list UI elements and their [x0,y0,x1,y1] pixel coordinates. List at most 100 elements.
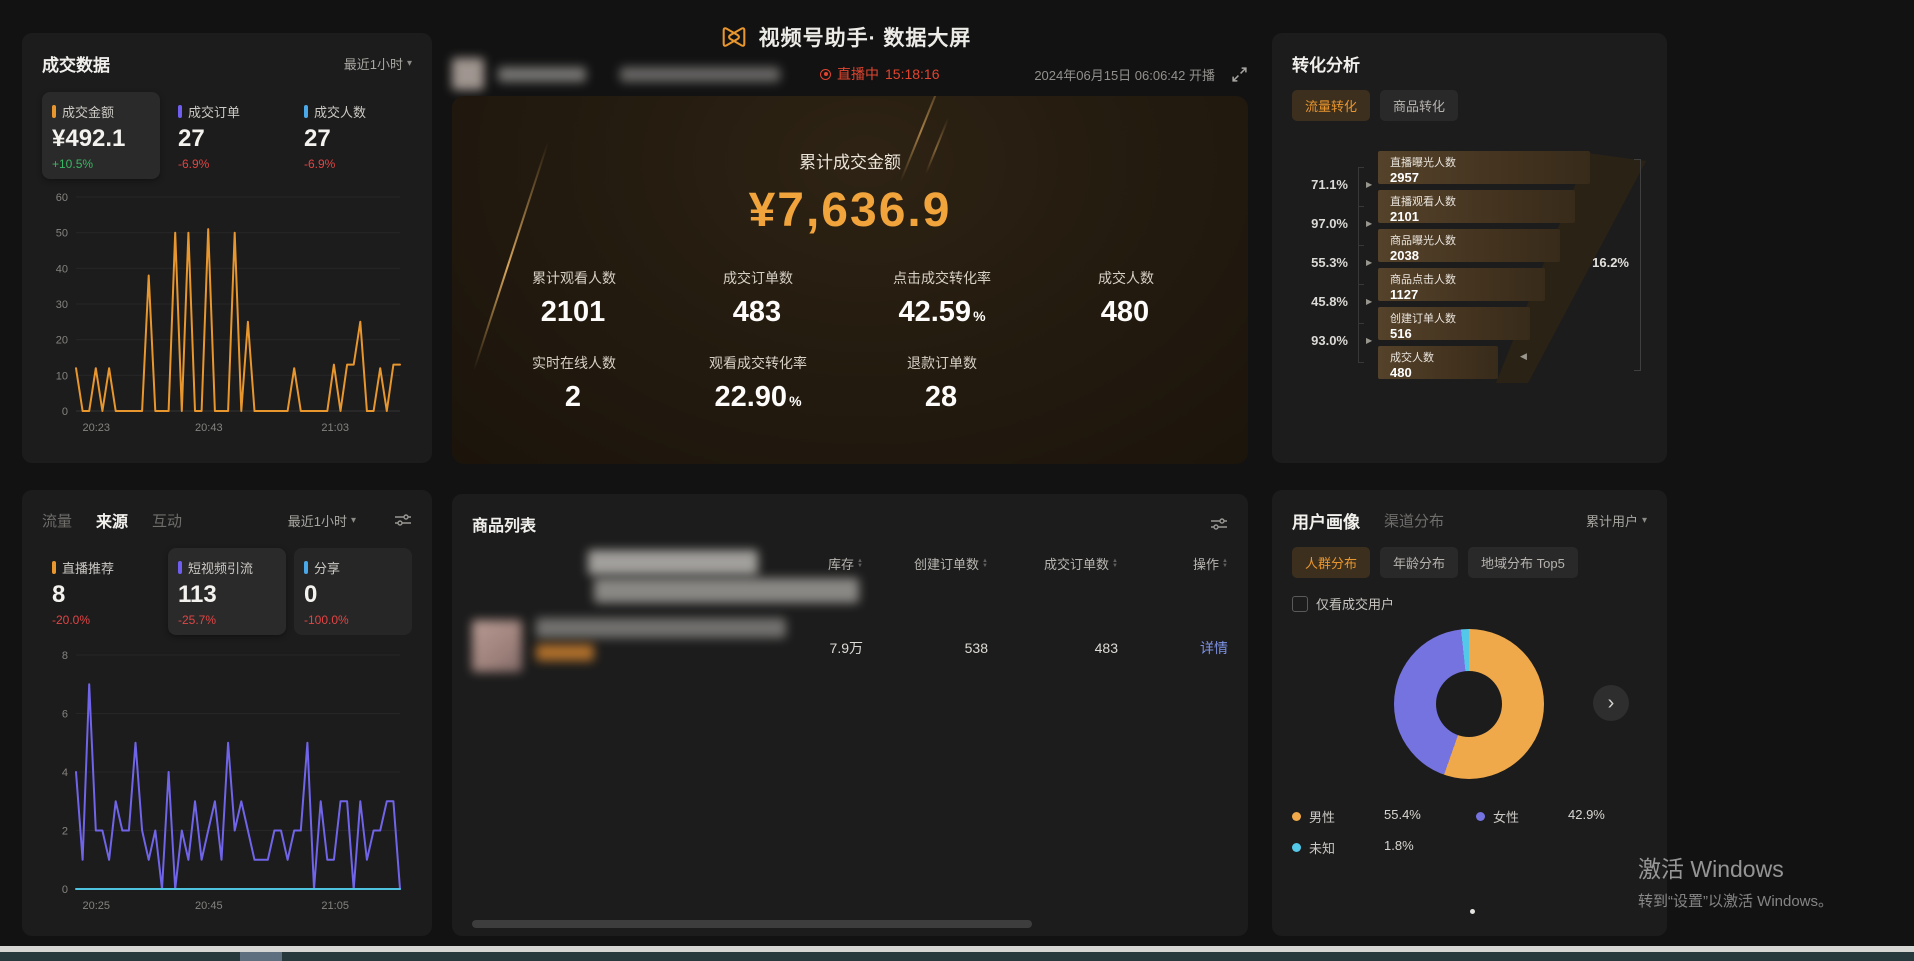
funnel-step-rate: 55.3% [1292,255,1348,270]
checkbox-label: 仅看成交用户 [1316,594,1394,613]
funnel-level: 商品点击人数1127 [1378,268,1545,301]
funnel-bracket [1358,245,1364,285]
svg-text:21:05: 21:05 [321,900,349,912]
stat-value: 22.90% [666,381,850,414]
redacted-block [594,578,859,603]
redacted-block [588,550,758,575]
series-tick [304,105,308,118]
deal-range-dropdown[interactable]: 最近1小时▾ [344,54,412,73]
tab-product-conversion[interactable]: 商品转化 [1380,90,1458,121]
svg-text:20: 20 [56,335,68,347]
product-image-redacted [472,620,522,672]
tab-channel-distribution[interactable]: 渠道分布 [1384,510,1444,531]
table-row: 7.9万 538 483 详情 [472,612,1228,684]
funnel-level: 直播观看人数2101 [1378,190,1575,223]
deal-card-buyers[interactable]: 成交人数 27 -6.9% [294,92,412,179]
arrow-right-icon: ▶ [1366,336,1372,345]
source-range-dropdown[interactable]: 最近1小时▾ [288,511,356,530]
svg-text:60: 60 [56,192,68,204]
tab-interaction[interactable]: 互动 [152,510,182,531]
arrow-right-icon: ▶ [1366,219,1372,228]
source-card-short-video[interactable]: 短视频引流 113 -25.7% [168,548,286,635]
svg-text:6: 6 [62,709,68,721]
chevron-down-icon: ▾ [1642,515,1647,526]
funnel-step-rate: 45.8% [1292,294,1348,309]
total-deal-amount: ¥7,636.9 [452,183,1248,238]
series-tick [178,105,182,118]
deal-card-orders[interactable]: 成交订单 27 -6.9% [168,92,286,179]
source-card-live-recommend[interactable]: 直播推荐 8 -20.0% [42,548,160,635]
carousel-page-dot[interactable] [1470,909,1475,914]
funnel-bracket [1358,284,1364,324]
column-stock[interactable]: 库存▲▼ [748,554,863,573]
redacted-block [536,618,786,638]
streamer-name-redacted [498,67,586,82]
tab-traffic[interactable]: 流量 [42,510,72,531]
stream-start-time: 2024年06月15日 06:06:42 开播 [1034,65,1215,84]
svg-text:8: 8 [62,650,68,662]
conversion-panel: 转化分析 流量转化 商品转化 直播曝光人数2957 直播观看人数2101 商品曝… [1272,33,1667,463]
cell-deal-orders: 483 [988,640,1118,656]
funnel-step-rate: 93.0% [1292,333,1348,348]
column-product-redacted [472,554,748,612]
deal-data-panel: 成交数据 最近1小时▾ 成交金额 ¥492.1 +10.5% 成交订单 27 -… [22,33,432,463]
stat-label: 点击成交转化率 [850,268,1034,288]
svg-text:20:45: 20:45 [195,900,223,912]
conversion-title: 转化分析 [1292,51,1360,76]
column-action[interactable]: 操作▲▼ [1118,554,1228,573]
deal-trend-chart: 010203040506020:2320:4321:03 [42,185,412,437]
page-title: 视频号助手· 数据大屏 [759,22,972,52]
change-badge: -20.0% [52,613,150,627]
user-profile-panel: 用户画像 渠道分布 累计用户▾ 人群分布 年龄分布 地域分布 Top5 仅看成交… [1272,490,1667,936]
stat-label: 成交订单数 [666,268,850,288]
legend-dot [1292,812,1301,821]
table-header-row: 库存▲▼ 创建订单数▲▼ 成交订单数▲▼ 操作▲▼ [472,554,1228,612]
subtab-crowd[interactable]: 人群分布 [1292,547,1370,578]
live-status-label: 直播中 [837,64,879,84]
live-status-badge: 直播中 15:18:16 [820,64,940,84]
detail-link[interactable]: 详情 [1200,638,1228,658]
conversion-funnel: 直播曝光人数2957 直播观看人数2101 商品曝光人数2038 商品点击人数1… [1292,151,1647,391]
funnel-step-rate: 71.1% [1292,177,1348,192]
tab-source[interactable]: 来源 [96,508,128,532]
live-dot-icon [820,69,831,80]
stat-label: 累计观看人数 [482,268,666,288]
windows-activation-watermark: 激活 Windows 转到“设置”以激活 Windows。 [1638,850,1833,911]
deal-card-amount[interactable]: 成交金额 ¥492.1 +10.5% [42,92,160,179]
funnel-level: 商品曝光人数2038 [1378,229,1560,262]
svg-text:0: 0 [62,884,68,896]
funnel-step-rate: 97.0% [1292,216,1348,231]
stream-title-redacted [620,67,780,82]
change-badge: -6.9% [178,157,276,171]
fullscreen-icon[interactable] [1231,66,1248,83]
tab-traffic-conversion[interactable]: 流量转化 [1292,90,1370,121]
sort-icon[interactable]: ▲▼ [1222,559,1228,569]
column-created-orders[interactable]: 创建订单数▲▼ [863,554,988,573]
source-card-share[interactable]: 分享 0 -100.0% [294,548,412,635]
chevron-down-icon: ▾ [407,58,412,69]
legend-item: 男性 [1292,807,1384,826]
arrow-right-icon: ▶ [1366,258,1372,267]
stat-value: 480 [1034,296,1218,329]
donut-legend: 男性 55.4% 女性 42.9% 未知 1.8% [1292,807,1647,857]
deal-users-only-checkbox[interactable] [1292,596,1308,612]
streamer-avatar [452,58,484,90]
svg-text:50: 50 [56,228,68,240]
column-deal-orders[interactable]: 成交订单数▲▼ [988,554,1118,573]
gender-donut-chart [1394,629,1544,779]
horizontal-scrollbar[interactable] [472,920,1032,928]
gender-donut-area: › [1292,623,1647,791]
tab-user-profile[interactable]: 用户画像 [1292,508,1360,533]
svg-text:20:43: 20:43 [195,422,223,434]
deal-panel-title: 成交数据 [42,51,110,76]
subtab-region-top5[interactable]: 地域分布 Top5 [1468,547,1578,578]
funnel-bracket [1358,206,1364,246]
series-tick [178,561,182,574]
filter-settings-icon[interactable] [394,513,412,527]
traffic-source-panel: 流量 来源 互动 最近1小时▾ 直播推荐 8 -20.0% 短视频引流 113 … [22,490,432,936]
carousel-next-button[interactable]: › [1593,685,1629,721]
subtab-age[interactable]: 年龄分布 [1380,547,1458,578]
arrow-right-icon: ▶ [1366,297,1372,306]
filter-settings-icon[interactable] [1210,517,1228,531]
users-range-dropdown[interactable]: 累计用户▾ [1586,511,1647,530]
